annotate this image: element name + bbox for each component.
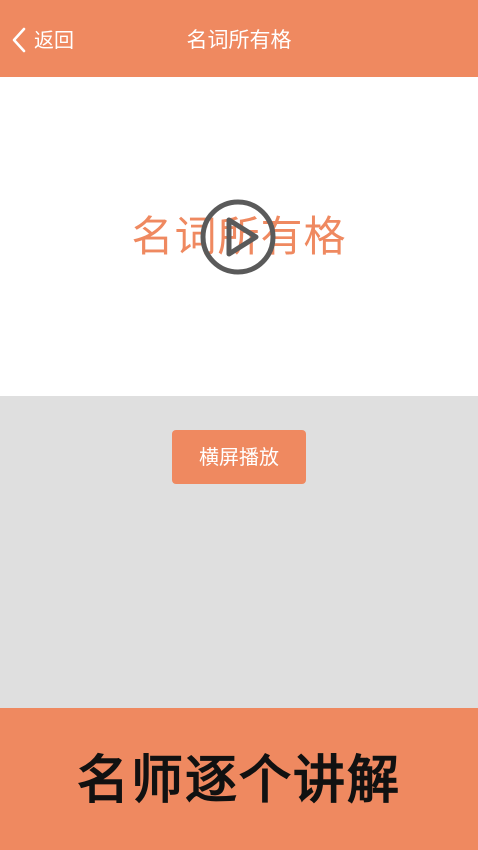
play-circle-icon	[200, 199, 276, 275]
top-nav-bar: 返回 名词所有格	[0, 0, 478, 77]
video-player[interactable]: 名词所有格	[0, 77, 478, 396]
page-title: 名词所有格	[186, 28, 292, 52]
promo-slogan: 名师逐个讲解	[76, 751, 401, 811]
play-button[interactable]	[199, 198, 277, 276]
landscape-play-button[interactable]: 横屏播放	[172, 430, 306, 484]
promo-banner: 名师逐个讲解	[0, 708, 478, 850]
